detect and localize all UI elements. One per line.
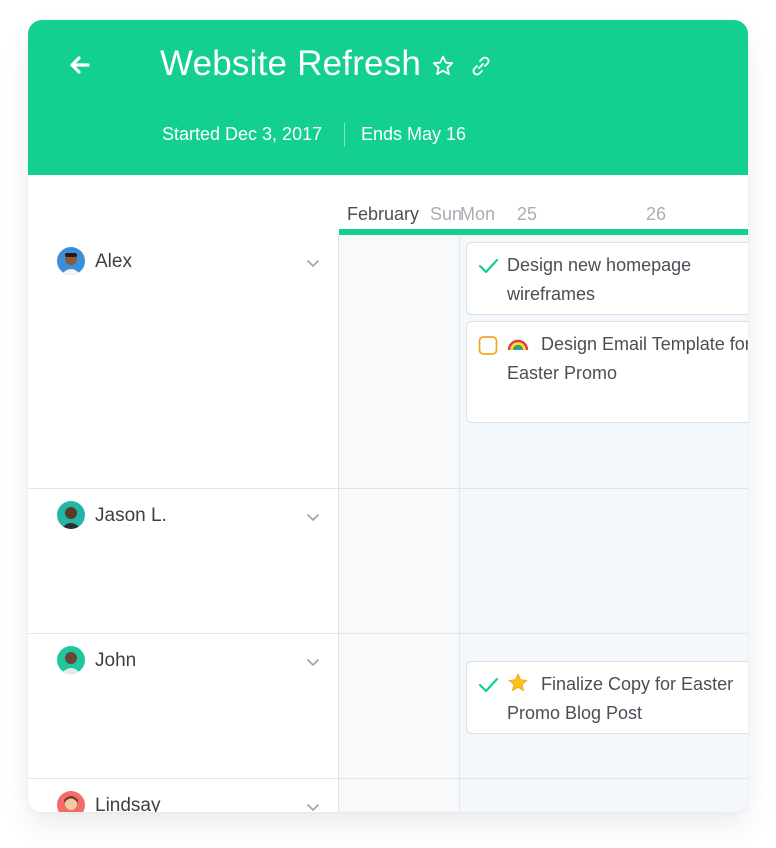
end-date: Ends May 16 bbox=[361, 124, 467, 144]
chevron-down-icon[interactable] bbox=[305, 255, 321, 271]
avatar bbox=[57, 501, 85, 529]
timeline-grid: Alex Jason L. John Lindsay Design new ho… bbox=[28, 235, 748, 812]
start-date: Started Dec 3, 2017 bbox=[162, 124, 323, 144]
member-row-lindsay: Lindsay bbox=[28, 779, 338, 812]
back-arrow-icon[interactable] bbox=[64, 50, 94, 80]
member-name: John bbox=[95, 650, 137, 671]
star-icon bbox=[507, 672, 529, 694]
task-title: Finalize Copy for Easter Promo Blog Post bbox=[507, 674, 734, 723]
day-label-mon: Mon bbox=[460, 204, 496, 224]
task-card[interactable]: Design new homepage wireframes bbox=[466, 242, 748, 315]
project-title: Website Refresh bbox=[160, 44, 422, 83]
empty-checkbox-icon[interactable] bbox=[477, 334, 499, 356]
chevron-down-icon[interactable] bbox=[305, 654, 321, 670]
member-name: Alex bbox=[95, 251, 132, 272]
member-row-john: John bbox=[28, 634, 338, 778]
member-name: Jason L. bbox=[95, 505, 167, 526]
timeline-header: February Sun Mon 25 26 bbox=[28, 175, 748, 236]
avatar bbox=[57, 646, 85, 674]
rainbow-icon bbox=[507, 332, 529, 354]
date-label: 26 bbox=[646, 204, 667, 224]
month-label: February bbox=[347, 204, 420, 224]
member-name: Lindsay bbox=[95, 795, 161, 812]
task-title: Design new homepage wireframes bbox=[507, 255, 692, 304]
project-header: Website Refresh Started Dec 3, 2017 Ends… bbox=[28, 20, 748, 175]
task-title-wrap: Finalize Copy for Easter Promo Blog Post bbox=[507, 670, 748, 728]
project-card: Website Refresh Started Dec 3, 2017 Ends… bbox=[28, 20, 748, 812]
task-title: Design Email Template for Easter Promo bbox=[507, 334, 748, 383]
checkmark-icon[interactable] bbox=[477, 255, 499, 277]
avatar bbox=[57, 247, 85, 275]
chevron-down-icon[interactable] bbox=[305, 799, 321, 812]
task-title-wrap: Design Email Template for Easter Promo bbox=[507, 330, 748, 388]
day-label-sun: Sun bbox=[430, 204, 463, 224]
chevron-down-icon[interactable] bbox=[305, 509, 321, 525]
grid-divider bbox=[459, 235, 460, 812]
star-outline-icon[interactable] bbox=[431, 54, 455, 78]
member-row-alex: Alex bbox=[28, 235, 338, 488]
avatar bbox=[57, 791, 85, 812]
weekend-column bbox=[339, 235, 459, 812]
checkmark-icon[interactable] bbox=[477, 674, 499, 696]
date-label: 25 bbox=[517, 204, 538, 224]
grid-divider bbox=[338, 235, 339, 812]
task-card[interactable]: Design Email Template for Easter Promo bbox=[466, 321, 748, 423]
link-icon[interactable] bbox=[469, 54, 493, 78]
task-card[interactable]: Finalize Copy for Easter Promo Blog Post bbox=[466, 661, 748, 734]
header-divider bbox=[344, 123, 345, 147]
member-row-jason: Jason L. bbox=[28, 489, 338, 633]
